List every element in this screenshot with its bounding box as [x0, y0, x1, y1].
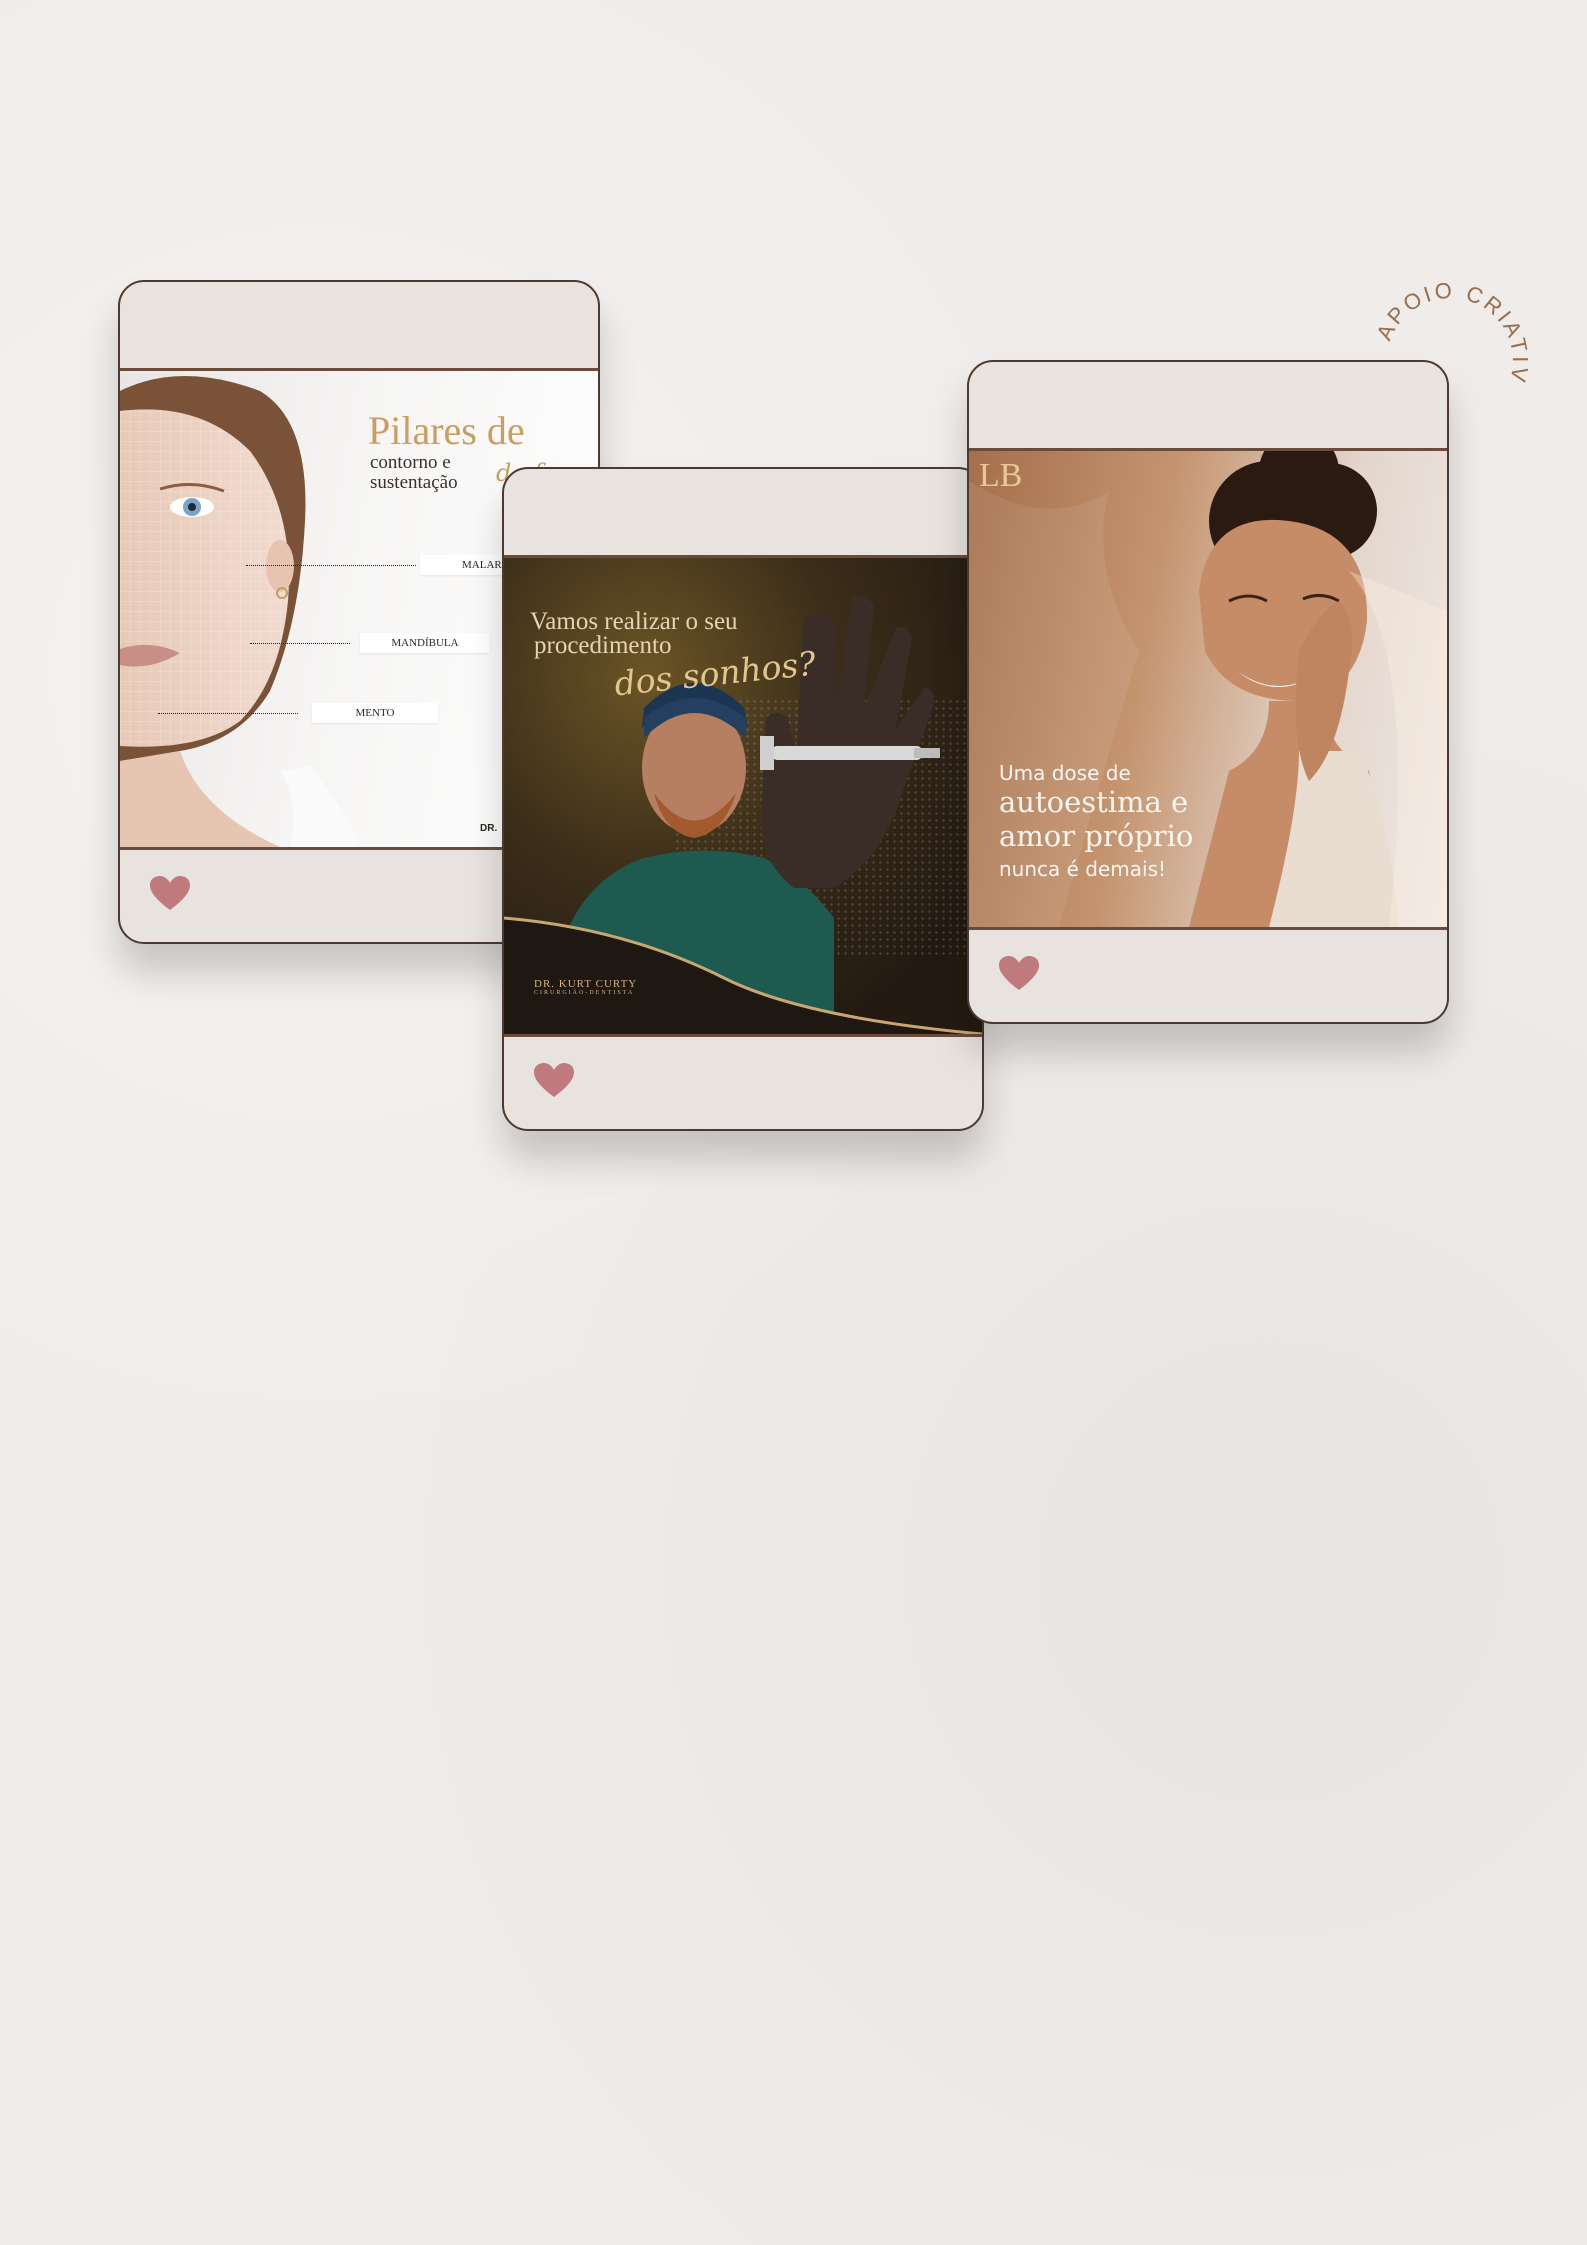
post-image: LB Uma dose de autoestima e amor próprio…	[969, 451, 1447, 930]
brand-monogram: LB	[979, 457, 1023, 494]
leader-line	[250, 643, 350, 644]
label-mandibula: MANDÍBULA	[360, 633, 490, 653]
text-line-1: Uma dose de	[999, 761, 1131, 785]
post-text: Uma dose de autoestima e amor próprio nu…	[999, 761, 1193, 881]
logo-role: CIRURGIÃO-DENTISTA	[534, 990, 635, 996]
card-footer	[504, 1037, 982, 1129]
leader-line	[158, 713, 298, 714]
heart-icon[interactable]	[534, 1063, 574, 1099]
doctor-logo: DR. KURT CURTY CIRURGIÃO-DENTISTA	[534, 978, 637, 996]
post-image: Vamos realizar o seu procedimento dos so…	[504, 558, 982, 1037]
post-card-procedimento[interactable]: Vamos realizar o seu procedimento dos so…	[502, 467, 984, 1131]
label-mento: MENTO	[312, 703, 438, 723]
card-header	[969, 362, 1447, 451]
logo-name: DR. KURT CURTY	[534, 978, 638, 990]
headline-line-2: procedimento	[534, 632, 672, 659]
card-header	[120, 282, 598, 371]
text-line-4: nunca é demais!	[999, 857, 1167, 881]
heart-icon[interactable]	[150, 876, 190, 912]
card-header	[504, 469, 982, 558]
post-subtitle: contorno e sustentação	[370, 453, 510, 493]
subtitle-line-1: contorno e	[370, 452, 451, 473]
post-title: Pilares de	[368, 408, 525, 453]
post-card-autoestima[interactable]: LB Uma dose de autoestima e amor próprio…	[967, 360, 1449, 1024]
text-line-2: autoestima e	[999, 785, 1189, 819]
heart-icon[interactable]	[999, 956, 1039, 992]
text-line-3: amor próprio	[999, 819, 1194, 853]
doctor-signature: DR.	[480, 823, 498, 834]
subtitle-line-2: sustentação	[370, 472, 458, 493]
card-footer	[969, 930, 1447, 1022]
leader-line	[246, 565, 416, 566]
